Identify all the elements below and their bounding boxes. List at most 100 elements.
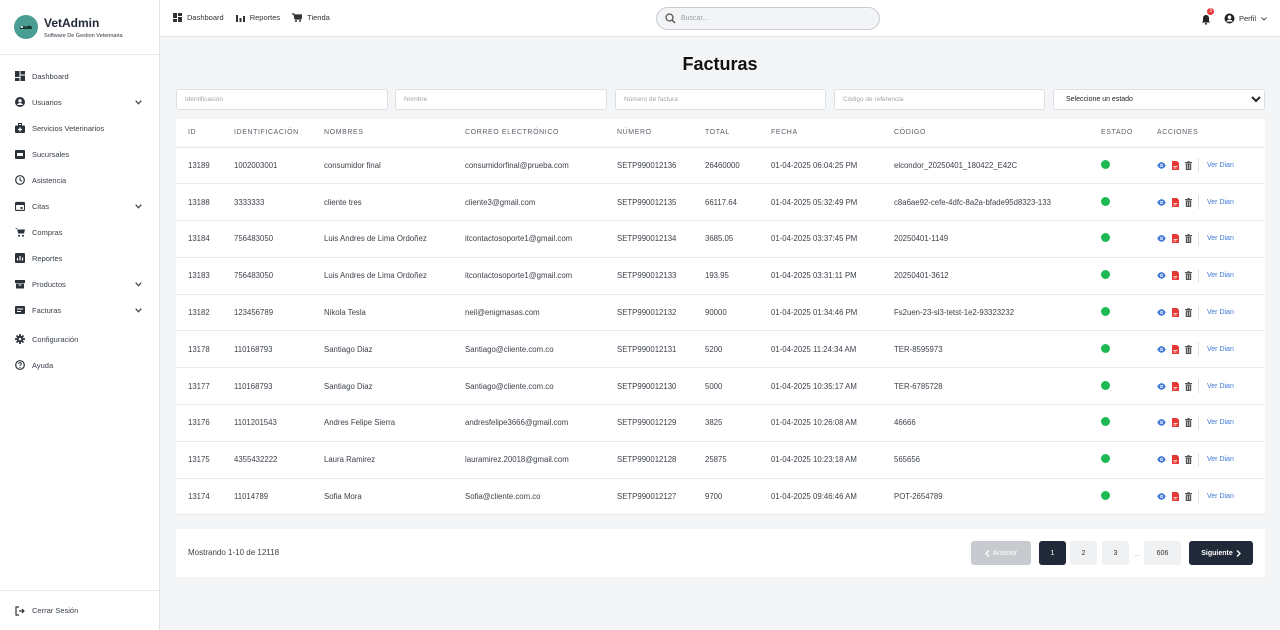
ver-dian-link[interactable]: Ver Dian [1207, 235, 1234, 242]
table-row[interactable]: 13189 1002003001 consumidor final consumido… [176, 147, 1265, 185]
next-page-button[interactable]: Siguiente [1189, 541, 1253, 565]
trash-icon[interactable] [1185, 381, 1192, 391]
view-icon[interactable] [1157, 419, 1166, 427]
page-button-3[interactable]: 3 [1102, 541, 1129, 565]
estado-select[interactable]: Seleccione un estado [1053, 89, 1265, 110]
identificacion-filter[interactable] [176, 89, 388, 110]
sidebar-item-compras[interactable]: Compras [0, 219, 159, 245]
trash-icon[interactable] [1185, 344, 1192, 354]
actions-cell: Ver Dian [1145, 183, 1265, 222]
table-row[interactable]: 13183 756483050 Luis Andres de Lima Ordoñe… [176, 257, 1265, 295]
sidebar-item-servicios-veterinarios[interactable]: Servicios Veterinarios [0, 115, 159, 141]
profile-menu[interactable]: Perfil [1224, 13, 1267, 24]
sidebar: VetAdmin Software De Gestion Veterinaria… [0, 0, 160, 630]
ver-dian-link[interactable]: Ver Dian [1207, 162, 1234, 169]
pdf-icon[interactable] [1172, 308, 1179, 318]
table-row[interactable]: 13184 756483050 Luis Andres de Lima Ordoñe… [176, 220, 1265, 258]
pdf-icon[interactable] [1172, 344, 1179, 354]
nombre-filter[interactable] [395, 89, 607, 110]
ver-dian-link[interactable]: Ver Dian [1207, 346, 1234, 353]
search-input[interactable] [681, 15, 851, 22]
logout-button[interactable]: Cerrar Sesión [0, 590, 159, 630]
trash-icon[interactable] [1185, 492, 1192, 502]
page-button-2[interactable]: 2 [1070, 541, 1097, 565]
report-icon [15, 253, 25, 263]
trash-icon[interactable] [1185, 308, 1192, 318]
sidebar-item-asistencia[interactable]: Asistencia [0, 167, 159, 193]
notifications-button[interactable]: 3 [1201, 8, 1214, 30]
ver-dian-link[interactable]: Ver Dian [1207, 456, 1234, 463]
search-icon [665, 13, 676, 24]
chevron-down-icon [135, 202, 142, 211]
table-row[interactable]: 13176 1101201543 Andres Felipe Sierra andre… [176, 404, 1265, 442]
chevron-down-icon [1261, 16, 1267, 21]
table-cell: 01-04-2025 10:23:18 AM [759, 441, 882, 479]
trash-icon[interactable] [1185, 160, 1192, 170]
pdf-icon[interactable] [1172, 271, 1179, 281]
medical-bag-icon [15, 123, 25, 133]
pdf-icon[interactable] [1172, 418, 1179, 428]
topnav-reportes[interactable]: Reportes [235, 13, 280, 22]
sidebar-item-reportes[interactable]: Reportes [0, 245, 159, 271]
table-cell: 13174 [176, 478, 222, 516]
topnav-dashboard[interactable]: Dashboard [173, 13, 224, 22]
ver-dian-link[interactable]: Ver Dian [1207, 309, 1234, 316]
ver-dian-link[interactable]: Ver Dian [1207, 199, 1234, 206]
status-dot [1101, 196, 1110, 206]
previous-page-button[interactable]: Anterior [971, 541, 1031, 565]
table-row[interactable]: 13174 11014789 Sofia Mora Sofia@cliente.com… [176, 478, 1265, 516]
table-cell: 9700 [693, 478, 759, 516]
pdf-icon[interactable] [1172, 492, 1179, 502]
status-dot [1101, 343, 1110, 353]
divider [1198, 305, 1199, 320]
table-row[interactable]: 13175 4355432222 Laura Ramirez lauramirez.2… [176, 441, 1265, 479]
actions-cell: Ver Dian [1145, 441, 1265, 479]
sidebar-item-label: Productos [32, 279, 66, 289]
view-icon[interactable] [1157, 493, 1166, 500]
view-icon[interactable] [1157, 346, 1166, 353]
sidebar-item-usuarios[interactable]: Usuarios [0, 89, 159, 115]
view-icon[interactable] [1157, 456, 1166, 463]
table-cell: 01-04-2025 03:37:45 PM [759, 220, 882, 258]
trash-icon[interactable] [1185, 197, 1192, 207]
pdf-icon[interactable] [1172, 455, 1179, 465]
table-row[interactable]: 13177 110168793 Santiago Diaz Santiago@clie… [176, 367, 1265, 406]
sidebar-item-citas[interactable]: Citas [0, 193, 159, 219]
sidebar-item-configuraci-n[interactable]: Configuración [0, 326, 159, 352]
pdf-icon[interactable] [1172, 197, 1179, 207]
trash-icon[interactable] [1185, 455, 1192, 465]
ver-dian-link[interactable]: Ver Dian [1207, 272, 1234, 279]
sidebar-item-productos[interactable]: Productos [0, 271, 159, 297]
view-icon[interactable] [1157, 235, 1166, 243]
topnav-tienda[interactable]: Tienda [292, 13, 330, 22]
ver-dian-link[interactable]: Ver Dian [1207, 493, 1234, 500]
page-button-last[interactable]: 606 [1144, 541, 1181, 565]
pdf-icon[interactable] [1172, 381, 1179, 391]
sidebar-item-sucursales[interactable]: Sucursales [0, 141, 159, 167]
view-icon[interactable] [1157, 198, 1166, 206]
page-button-1[interactable]: 1 [1039, 541, 1066, 565]
codigo-referencia-filter[interactable] [834, 89, 1045, 110]
sidebar-item-ayuda[interactable]: Ayuda [0, 352, 159, 378]
numero-factura-filter[interactable] [615, 89, 826, 110]
sidebar-item-facturas[interactable]: Facturas [0, 297, 159, 323]
table-row[interactable]: 13182 123456789 Nikola Tesla neil@enigmasas… [176, 294, 1265, 332]
view-icon[interactable] [1157, 309, 1166, 316]
actions-cell: Ver Dian [1145, 220, 1265, 258]
divider [1198, 489, 1199, 504]
table-row[interactable]: 13188 3333333 cliente tres cliente3@gmail.c… [176, 183, 1265, 222]
trash-icon[interactable] [1185, 234, 1192, 244]
ver-dian-link[interactable]: Ver Dian [1207, 383, 1234, 390]
column-header: Número [605, 119, 693, 148]
trash-icon[interactable] [1185, 271, 1192, 281]
sidebar-item-label: Compras [32, 227, 63, 237]
sidebar-item-dashboard[interactable]: Dashboard [0, 63, 159, 89]
pdf-icon[interactable] [1172, 234, 1179, 244]
ver-dian-link[interactable]: Ver Dian [1207, 419, 1234, 426]
table-row[interactable]: 13178 110168793 Santiago Diaz Santiago@clie… [176, 330, 1265, 369]
view-icon[interactable] [1157, 272, 1166, 279]
view-icon[interactable] [1157, 382, 1166, 390]
pdf-icon[interactable] [1172, 160, 1179, 170]
trash-icon[interactable] [1185, 418, 1192, 428]
view-icon[interactable] [1157, 162, 1166, 169]
